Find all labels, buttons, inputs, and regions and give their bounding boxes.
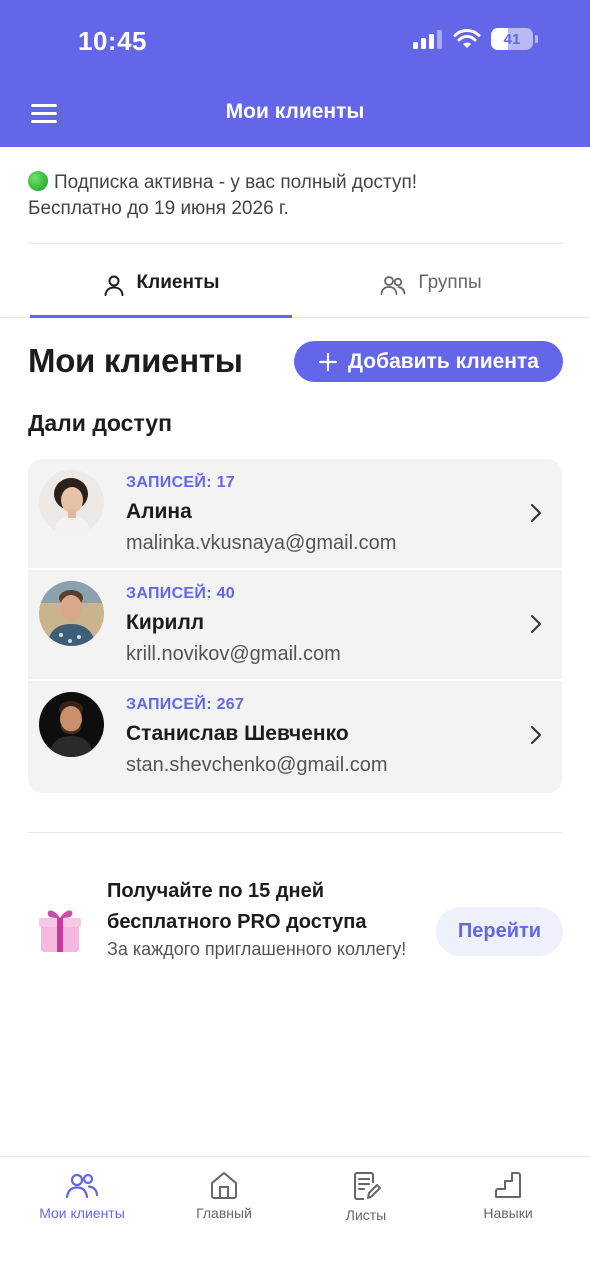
subscription-status: Подписка активна - у вас полный доступ! xyxy=(54,172,418,193)
app-header: 10:45 41 Мои клиенты xyxy=(0,0,590,147)
client-email: stan.shevchenko@gmail.com xyxy=(126,754,388,776)
gift-icon xyxy=(39,910,81,952)
add-client-label: Добавить клиента xyxy=(348,349,539,373)
avatar xyxy=(39,470,104,535)
status-green-dot-icon xyxy=(28,171,48,191)
chevron-right-icon xyxy=(531,504,541,522)
promo-title: Получайте по 15 дней бесплатного PRO дос… xyxy=(107,880,367,933)
divider xyxy=(28,243,562,244)
battery-icon: 41 xyxy=(491,28,533,50)
client-email: krill.novikov@gmail.com xyxy=(126,643,341,665)
tab-groups-label: Группы xyxy=(418,272,482,293)
tabbar-label: Листы xyxy=(345,1207,387,1223)
tab-groups[interactable]: Группы xyxy=(300,272,562,318)
tab-clients[interactable]: Клиенты xyxy=(30,272,292,318)
promo-subtitle: За каждого приглашенного коллегу! xyxy=(107,939,407,959)
client-list: ЗАПИСЕЙ: 17 Алина malinka.vkusnaya@gmail… xyxy=(28,459,562,793)
person-icon xyxy=(104,275,124,296)
page-title: Мои клиенты xyxy=(28,342,243,379)
client-row-stanislav[interactable]: ЗАПИСЕЙ: 267 Станислав Шевченко stan.she… xyxy=(28,681,562,793)
client-name: Станислав Шевченко xyxy=(126,722,349,745)
header-title: Мои клиенты xyxy=(225,100,365,123)
client-row-kirill[interactable]: ЗАПИСЕЙ: 40 Кирилл krill.novikov@gmail.c… xyxy=(28,570,562,681)
plus-icon xyxy=(318,352,338,371)
document-edit-icon xyxy=(354,1172,381,1200)
tabbar-label: Навыки xyxy=(483,1205,533,1221)
tabbar-item-home[interactable]: Главный xyxy=(154,1171,294,1221)
client-email: malinka.vkusnaya@gmail.com xyxy=(126,532,397,554)
group-icon xyxy=(380,276,406,295)
client-records-count: ЗАПИСЕЙ: 40 xyxy=(126,585,235,602)
tabbar-label: Мои клиенты xyxy=(39,1205,125,1221)
tabbar-item-skills[interactable]: Навыки xyxy=(438,1171,578,1221)
chevron-right-icon xyxy=(531,726,541,744)
section-title-access: Дали доступ xyxy=(28,410,172,436)
battery-level: 41 xyxy=(503,30,521,48)
segmented-tabs: Клиенты Группы xyxy=(0,272,590,318)
wifi-icon xyxy=(453,29,481,48)
status-icons: 41 xyxy=(413,28,538,50)
tab-clients-label: Клиенты xyxy=(136,272,220,293)
promo-go-button[interactable]: Перейти xyxy=(436,907,563,956)
add-client-button[interactable]: Добавить клиента xyxy=(294,341,563,382)
client-row-alina[interactable]: ЗАПИСЕЙ: 17 Алина malinka.vkusnaya@gmail… xyxy=(28,459,562,570)
signal-icon xyxy=(413,30,442,49)
avatar xyxy=(39,692,104,757)
home-icon xyxy=(211,1172,237,1199)
tabbar-label: Главный xyxy=(196,1205,252,1221)
client-name: Кирилл xyxy=(126,611,205,634)
status-time: 10:45 xyxy=(78,26,147,56)
chevron-right-icon xyxy=(531,615,541,633)
client-name: Алина xyxy=(126,500,192,523)
steps-icon xyxy=(495,1172,521,1198)
tabbar-item-my-clients[interactable]: Мои клиенты xyxy=(12,1171,152,1221)
subscription-expiry: Бесплатно до 19 июня 2026 г. xyxy=(28,198,289,219)
avatar xyxy=(39,581,104,646)
tabbar-item-sheets[interactable]: Листы xyxy=(296,1171,436,1223)
bottom-tab-bar: Мои клиенты Главный Листы Навыки xyxy=(0,1156,590,1280)
people-icon xyxy=(65,1173,99,1199)
battery-tip xyxy=(535,35,538,43)
client-records-count: ЗАПИСЕЙ: 267 xyxy=(126,696,245,713)
subscription-banner: Подписка активна - у вас полный доступ! … xyxy=(28,170,562,222)
client-records-count: ЗАПИСЕЙ: 17 xyxy=(126,474,235,491)
divider xyxy=(28,832,562,833)
